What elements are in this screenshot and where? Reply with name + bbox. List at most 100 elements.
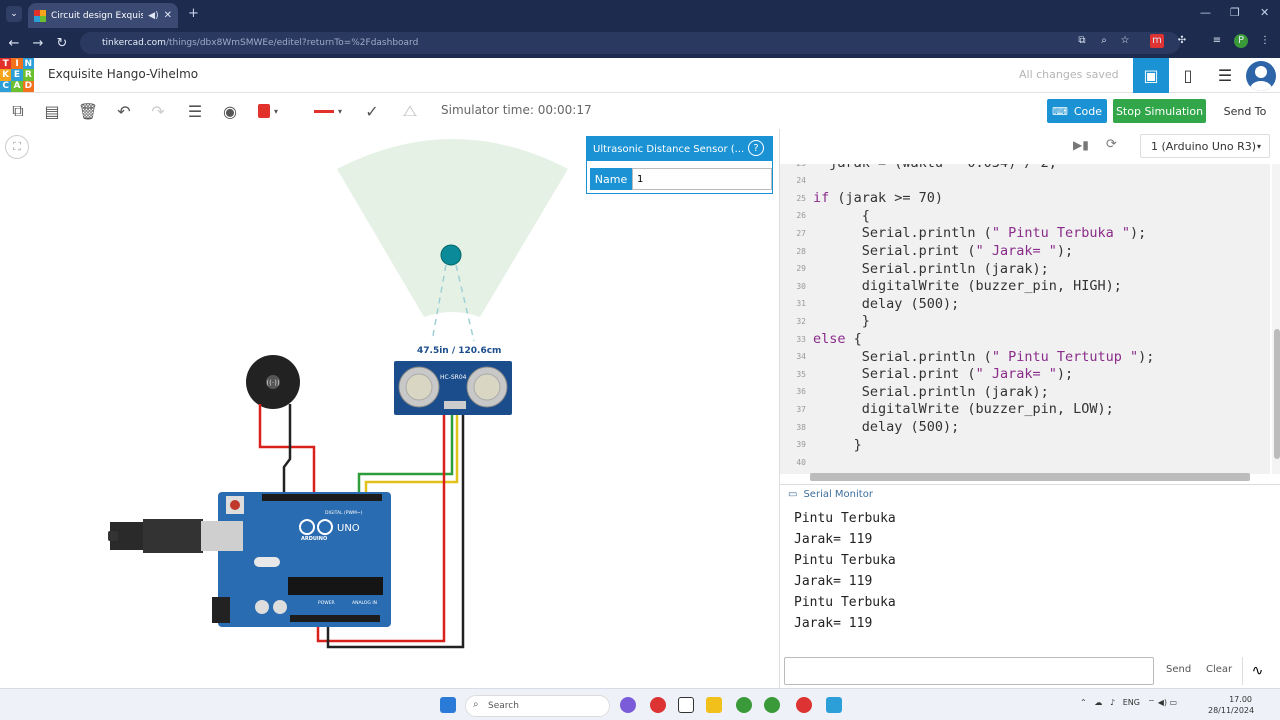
visibility-icon[interactable]: ◉ [220, 101, 240, 121]
step-icon[interactable]: ▶▮ [1073, 138, 1089, 152]
taskbar-search[interactable]: ⌕ Search [465, 695, 610, 717]
code-line[interactable]: 33 else { [780, 331, 1270, 349]
code-text: Serial.println (jarak); [813, 260, 1049, 277]
profile-icon[interactable]: P [1234, 34, 1248, 48]
circuit-view-icon[interactable]: ▣ [1133, 58, 1169, 93]
logo-letter: R [22, 69, 34, 81]
media-icon[interactable]: ≡ [1210, 34, 1224, 48]
browser-tab[interactable]: Circuit design Exquisite Hang ◀) ✕ [28, 3, 178, 28]
editor-horizontal-scrollbar[interactable] [810, 473, 1250, 481]
line-number: 38 [796, 422, 806, 432]
debug-icon[interactable]: ⟳ [1106, 137, 1117, 152]
tinkercad-favicon-icon [34, 9, 46, 22]
line-number: 29 [796, 264, 806, 274]
chrome-icon[interactable] [736, 697, 752, 713]
code-button[interactable]: ⌨ Code [1047, 99, 1107, 123]
code-line[interactable]: 28 Serial.print (" Jarak= "); [780, 243, 1270, 261]
serial-send-button[interactable]: Send [1166, 664, 1191, 675]
code-line[interactable]: 31 delay (500); [780, 296, 1270, 314]
copy-icon[interactable]: ⧉ [8, 101, 28, 121]
browser-menu-icon[interactable]: ⋮ [1258, 34, 1272, 48]
component-inspector: Ultrasonic Distance Sensor (...? Name [586, 136, 773, 194]
code-editor[interactable]: 23 jarak = (waktu * 0.034) / 2; 24 25 if (j… [780, 164, 1270, 474]
code-text: Serial.println (" Pintu Terbuka "); [813, 225, 1147, 242]
windows-start-icon[interactable] [440, 697, 456, 713]
bookmark-star-icon[interactable]: ☆ [1118, 34, 1132, 48]
project-name[interactable]: Exquisite Hango-Vihelmo [48, 67, 198, 81]
code-line[interactable]: 25 if (jarak >= 70) [780, 190, 1270, 208]
restore-icon[interactable]: ❐ [1230, 6, 1240, 19]
paste-icon[interactable]: ▤ [42, 101, 62, 121]
tab-search-icon[interactable]: ⌄ [6, 6, 22, 22]
forward-icon[interactable]: → [26, 36, 50, 51]
color-picker[interactable]: ▾ [258, 101, 278, 121]
url-input[interactable]: tinkercad.com/things/dbx8WmSMWEe/editel?… [80, 32, 1180, 54]
system-tray[interactable]: ⌃ ☁ ♪ ENG ⌔ ◀) ▭ [1080, 698, 1177, 708]
clock-time: 17.00 [1229, 695, 1252, 704]
code-line[interactable]: 37 digitalWrite (buzzer_pin, LOW); [780, 401, 1270, 419]
code-line[interactable]: 24 [780, 173, 1270, 191]
new-tab-icon[interactable]: + [188, 6, 199, 21]
name-input[interactable] [632, 168, 772, 190]
code-line[interactable]: 27 Serial.println (" Pintu Terbuka "); [780, 225, 1270, 243]
code-line[interactable]: 34 Serial.println (" Pintu Tertutup "); [780, 349, 1270, 367]
undo-icon[interactable]: ↶ [114, 101, 134, 121]
serial-monitor-header[interactable]: ▭ Serial Monitor [780, 484, 1280, 504]
device-select[interactable]: 1 (Arduino Uno R3) ▾ [1140, 134, 1270, 158]
wire-type-picker[interactable]: ▾ [310, 101, 346, 121]
code-text: digitalWrite (buzzer_pin, HIGH); [813, 278, 1122, 295]
inspector-title[interactable]: Ultrasonic Distance Sensor (...? [587, 137, 772, 161]
code-line[interactable]: 39 } [780, 437, 1270, 455]
copilot-icon[interactable] [620, 697, 636, 713]
app-icon[interactable] [650, 697, 666, 713]
code-line[interactable]: 36 Serial.println (jarak); [780, 384, 1270, 402]
code-line[interactable]: 40 [780, 454, 1270, 472]
code-line[interactable]: 32 } [780, 313, 1270, 331]
logo-letter: C [0, 80, 12, 92]
user-avatar[interactable] [1246, 61, 1276, 91]
power-jack [212, 597, 230, 623]
schematic-view-icon[interactable]: ▯ [1170, 58, 1206, 93]
help-icon[interactable]: ? [748, 140, 764, 156]
extension-icon[interactable]: m [1150, 34, 1164, 48]
snipping-icon[interactable] [678, 697, 694, 713]
name-row: Name [590, 168, 772, 190]
cast-icon[interactable]: ⧉ [1075, 34, 1089, 48]
zoom-icon[interactable]: ⌕ [1097, 34, 1111, 48]
wire-tool-icon[interactable]: ✓ [362, 101, 382, 121]
window-close-icon[interactable]: ✕ [1260, 6, 1269, 19]
tinkercad-logo[interactable]: T I N K E R C A D [0, 58, 34, 92]
code-line[interactable]: 38 delay (500); [780, 419, 1270, 437]
logo-letter: E [11, 69, 23, 81]
serial-input[interactable] [784, 657, 1154, 685]
send-to-button[interactable]: Send To [1216, 99, 1274, 123]
line-number: 37 [796, 404, 806, 414]
code-line[interactable]: 26 { [780, 208, 1270, 226]
serial-clear-button[interactable]: Clear [1206, 664, 1232, 675]
chrome-active-icon[interactable] [796, 697, 812, 713]
code-line[interactable]: 35 Serial.print (" Jarak= "); [780, 366, 1270, 384]
puzzle-icon[interactable]: ✣ [1175, 34, 1189, 48]
chrome-profile-icon[interactable] [764, 697, 780, 713]
scrollbar-thumb[interactable] [1274, 329, 1280, 459]
stop-simulation-button[interactable]: Stop Simulation [1113, 99, 1206, 123]
editor-scrollbar[interactable] [1272, 164, 1280, 474]
analog-pins-label: ANALOG IN [352, 601, 378, 606]
back-icon[interactable]: ← [2, 36, 26, 51]
mirror-icon[interactable]: ⧍ [400, 101, 420, 121]
file-explorer-icon[interactable] [706, 697, 722, 713]
circuit-canvas[interactable]: ⛶ ((·)) 47.5in / 120.6cm HC-SR04 UNO ARD… [0, 129, 779, 688]
delete-icon[interactable]: 🗑︎ [78, 101, 98, 121]
code-line[interactable]: 30 digitalWrite (buzzer_pin, HIGH); [780, 278, 1270, 296]
graph-icon[interactable]: ∿ [1242, 657, 1272, 685]
component-list-icon[interactable]: ☰ [1207, 58, 1243, 93]
code-line[interactable]: 29 Serial.println (jarak); [780, 261, 1270, 279]
tab-close-icon[interactable]: ✕ [164, 10, 172, 21]
redo-icon[interactable]: ↷ [148, 101, 168, 121]
notes-icon[interactable]: ☰ [185, 101, 205, 121]
minimize-icon[interactable]: — [1200, 6, 1211, 19]
taskbar-clock[interactable]: 17.00 28/11/2024 [1208, 694, 1254, 716]
reload-icon[interactable]: ↻ [50, 36, 74, 51]
url-path: /things/dbx8WmSMWEe/editel?returnTo=%2Fd… [165, 38, 419, 48]
tinkercad-task-icon[interactable] [826, 697, 842, 713]
